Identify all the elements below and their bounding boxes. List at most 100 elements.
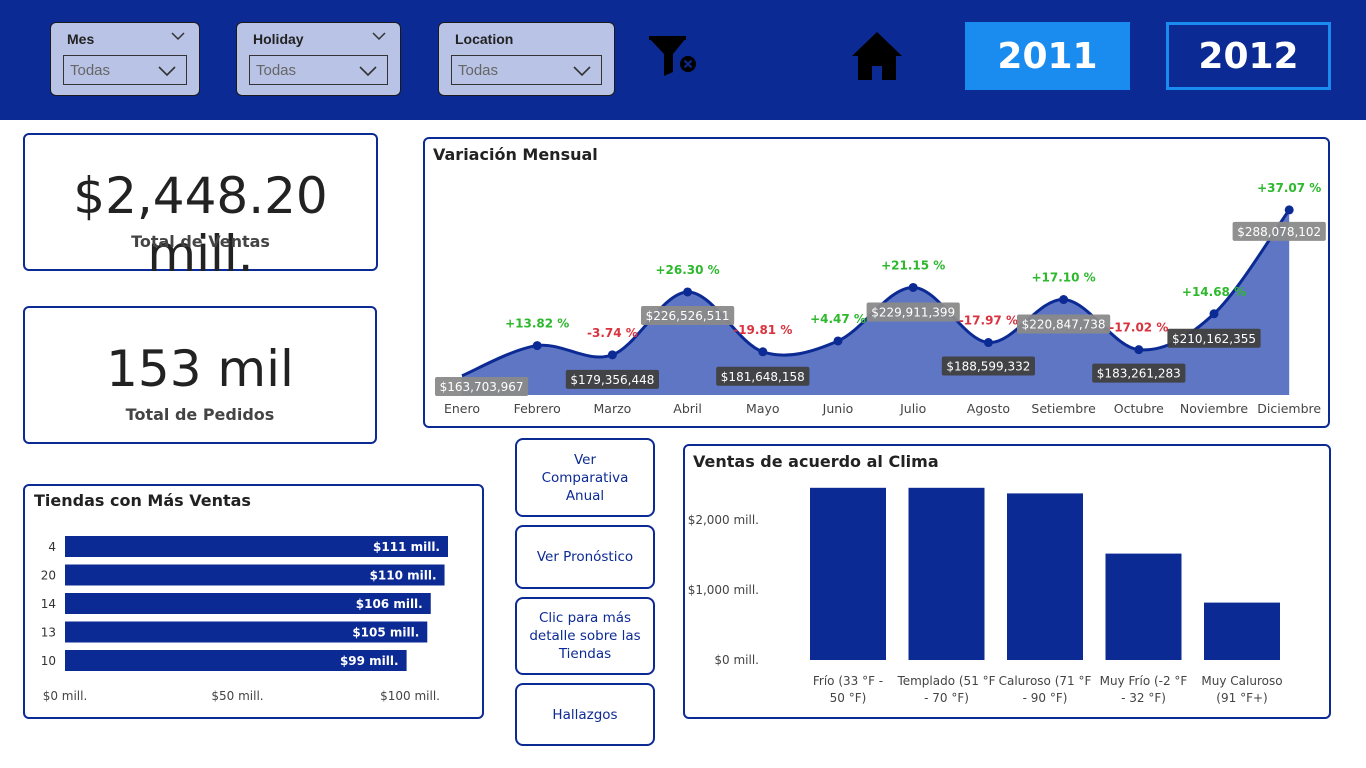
slicer-mes-dropdown[interactable]: Todas xyxy=(63,55,187,85)
slicer-holiday-dropdown[interactable]: Todas xyxy=(249,55,388,85)
chevron-down-icon xyxy=(573,66,591,77)
hallazgos-button[interactable]: Hallazgos xyxy=(515,683,655,746)
value-label: $288,078,102 xyxy=(1237,225,1321,239)
slicer-location-title: Location xyxy=(455,31,514,47)
x-tick-label: Caluroso (71 °F - 90 °F) xyxy=(999,674,1092,705)
variation-label: +14.68 % xyxy=(1182,285,1246,299)
value-label: $183,261,283 xyxy=(1097,367,1181,381)
top-stores-card: Tiendas con Más Ventas 4 $111 mill. 20 $110… xyxy=(23,484,484,719)
value-label: $188,599,332 xyxy=(946,360,1030,374)
y-tick-label: 10 xyxy=(41,654,56,668)
data-label: $106 mill. xyxy=(356,597,423,611)
data-point[interactable] xyxy=(607,350,617,360)
x-tick-label: Noviembre xyxy=(1180,401,1249,416)
clear-filter-icon[interactable] xyxy=(646,34,698,80)
slicer-mes[interactable]: Mes Todas xyxy=(50,22,200,96)
slicer-location-value: Todas xyxy=(458,62,499,79)
data-point[interactable] xyxy=(1059,295,1069,305)
variation-label: +4.47 % xyxy=(810,312,866,326)
value-label: $226,526,511 xyxy=(646,309,730,323)
x-tick-label: Diciembre xyxy=(1257,401,1321,416)
data-point[interactable] xyxy=(833,336,843,346)
chevron-down-icon[interactable] xyxy=(171,31,185,41)
y-tick-label: 14 xyxy=(41,597,56,611)
y-tick-label: $1,000 mill. xyxy=(688,583,759,597)
year-2011-button[interactable]: 2011 xyxy=(965,22,1130,90)
data-point[interactable] xyxy=(758,347,768,357)
weather-sales-card: Ventas de acuerdo al Clima $0 mill. $1,00… xyxy=(683,444,1331,719)
slicer-holiday-title: Holiday xyxy=(253,31,304,47)
slicer-mes-title: Mes xyxy=(67,31,95,47)
kpi-total-pedidos-card: 153 mil Total de Pedidos xyxy=(23,306,377,444)
x-tick-label: Octubre xyxy=(1114,401,1164,416)
x-tick-label: Junio xyxy=(822,401,854,416)
variation-label: +13.82 % xyxy=(505,317,569,331)
data-point[interactable] xyxy=(683,287,693,297)
slicer-location-dropdown[interactable]: Todas xyxy=(451,55,602,85)
x-tick-label: Muy Caluroso (91 °F+) xyxy=(1201,674,1282,705)
kpi-total-ventas-label: Total de Ventas xyxy=(131,232,270,251)
x-tick-label: Enero xyxy=(444,401,480,416)
data-label: $105 mill. xyxy=(352,626,419,640)
ver-pronostico-button[interactable]: Ver Pronóstico xyxy=(515,525,655,589)
data-point[interactable] xyxy=(1209,309,1219,319)
y-tick-label: $2,000 mill. xyxy=(688,513,759,527)
bar[interactable] xyxy=(1105,553,1182,660)
value-label: $179,356,448 xyxy=(570,373,654,387)
kpi-total-pedidos-value: 153 mil xyxy=(106,340,294,398)
x-tick-label: Muy Frío (-2 °F - 32 °F) xyxy=(1100,674,1188,705)
kpi-total-ventas-card: $2,448.20 mill. Total de Ventas xyxy=(23,133,378,283)
chevron-down-icon xyxy=(359,66,377,77)
bar[interactable] xyxy=(908,487,985,660)
data-label: $99 mill. xyxy=(340,654,399,668)
variation-label: -17.97 % xyxy=(959,314,1018,328)
header-bar: Mes Todas Holiday Todas Location Todas 2… xyxy=(0,0,1366,120)
data-point[interactable] xyxy=(983,338,993,348)
chevron-down-icon xyxy=(158,66,176,77)
variation-label: +17.10 % xyxy=(1031,271,1095,285)
bar[interactable] xyxy=(1204,602,1280,660)
ver-comparativa-button[interactable]: Ver Comparativa Anual xyxy=(515,438,655,517)
detalle-tiendas-button[interactable]: Clic para más detalle sobre las Tiendas xyxy=(515,597,655,675)
data-point[interactable] xyxy=(532,341,542,351)
x-tick-label: Marzo xyxy=(594,401,632,416)
weather-sales-chart: $0 mill. $1,000 mill. $2,000 mill. Frío (33… xyxy=(688,487,1283,705)
slicer-holiday[interactable]: Holiday Todas xyxy=(236,22,401,96)
kpi-total-pedidos-label: Total de Pedidos xyxy=(125,405,275,424)
home-icon[interactable] xyxy=(850,30,904,84)
x-tick-label: Julio xyxy=(899,401,926,416)
x-tick-label: $0 mill. xyxy=(43,689,88,703)
variation-label: -17.02 % xyxy=(1109,321,1168,335)
y-tick-label: 4 xyxy=(48,540,56,554)
x-tick-label: Frío (33 °F -50 °F) xyxy=(813,674,883,705)
variation-label: +26.30 % xyxy=(655,263,719,277)
slicer-mes-value: Todas xyxy=(70,62,111,79)
x-tick-label: Agosto xyxy=(967,401,1010,416)
top-stores-chart: 4 $111 mill. 20 $110 mill. 14 $106 mill. 13 $10… xyxy=(41,536,448,703)
x-tick-label: $50 mill. xyxy=(211,689,263,703)
value-label: $163,703,967 xyxy=(440,380,524,394)
x-tick-label: Abril xyxy=(673,401,702,416)
variation-label: +37.07 % xyxy=(1257,181,1321,195)
chevron-down-icon[interactable] xyxy=(372,31,386,41)
bar[interactable] xyxy=(1007,493,1083,660)
data-point[interactable] xyxy=(1284,205,1294,215)
slicer-holiday-value: Todas xyxy=(256,62,297,79)
y-tick-label: 20 xyxy=(41,569,56,583)
bar[interactable] xyxy=(810,487,886,660)
data-point[interactable] xyxy=(908,282,918,292)
year-2012-button[interactable]: 2012 xyxy=(1166,22,1331,90)
variation-label: -19.81 % xyxy=(733,323,792,337)
value-label: $220,847,738 xyxy=(1022,318,1106,332)
value-label: $229,911,399 xyxy=(871,305,955,319)
variation-label: +21.15 % xyxy=(881,258,945,272)
y-tick-label: 13 xyxy=(41,626,56,640)
x-tick-label: $100 mill. xyxy=(380,689,440,703)
x-tick-label: Mayo xyxy=(746,401,780,416)
data-label: $110 mill. xyxy=(370,569,437,583)
slicer-location[interactable]: Location Todas xyxy=(438,22,615,96)
monthly-variation-chart: Enero $163,703,967 Febrero +13.82 % Marzo -3.… xyxy=(435,181,1326,416)
x-tick-label: Templado (51 °F - 70 °F) xyxy=(896,674,995,705)
data-point[interactable] xyxy=(1134,345,1144,355)
variation-label: -3.74 % xyxy=(587,326,638,340)
